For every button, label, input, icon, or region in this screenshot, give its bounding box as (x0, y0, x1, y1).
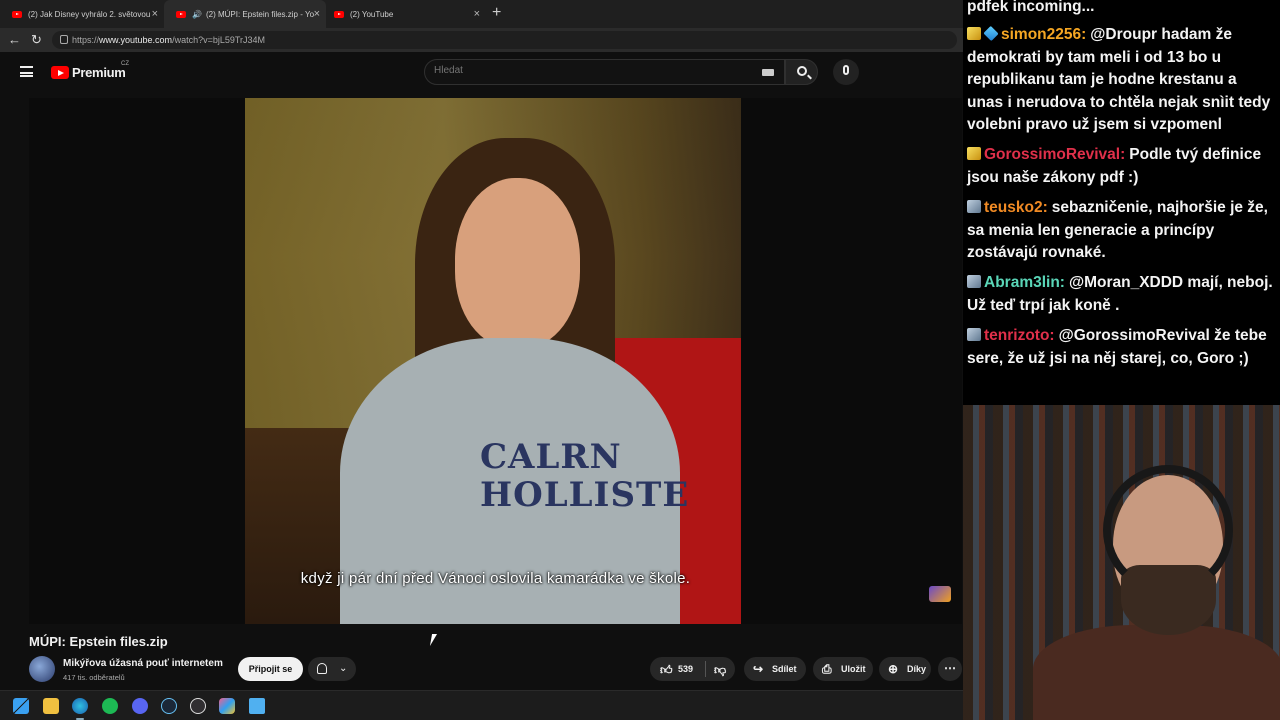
video-player[interactable]: CALRN HOLLISTE když ji pár dní před Vánoc… (29, 98, 962, 624)
copilot-icon[interactable] (219, 698, 235, 714)
chat-username: simon2256: (1001, 26, 1087, 43)
video-title: MÚPI: Epstein files.zip (29, 634, 168, 649)
thumbs-up-icon[interactable]: 👍︎ (660, 663, 673, 678)
spotify-icon[interactable] (102, 698, 118, 714)
thumbs-down-icon[interactable]: 👎︎ (714, 663, 726, 678)
discord-icon[interactable] (132, 698, 148, 714)
file-explorer-icon[interactable] (43, 698, 59, 714)
more-actions-button[interactable]: ⋯ (938, 657, 962, 681)
chat-message: Abram3lin: @Moran_XDDD mají, neboj. Už te… (967, 272, 1273, 317)
notepad-icon[interactable] (249, 698, 265, 714)
channel-name[interactable]: Mikýřova úžasná pouť internetem (63, 658, 223, 669)
address-bar: ← ↻ https://www.youtube.com/watch?v=bjL5… (0, 28, 963, 52)
tab-epstein-video[interactable]: 🔊 (2) MÚPI: Epstein files.zip - Yo × (164, 0, 326, 28)
microphone-icon (843, 65, 849, 75)
speaker-icon[interactable]: 🔊 (192, 10, 202, 19)
channel-subscriber-count: 417 tis. odběratelů (63, 673, 125, 682)
chat-username: teusko2: (984, 199, 1048, 216)
tab-disney[interactable]: (2) Jak Disney vyhrálo 2. světovou × (0, 0, 164, 28)
video-subtitle: když ji pár dní před Vánoci oslovila kam… (300, 570, 691, 587)
search-input[interactable] (434, 65, 754, 76)
chat-username: tenrizoto: (984, 327, 1055, 344)
close-tab-icon[interactable]: × (474, 8, 480, 20)
sub-badge-icon (967, 147, 981, 160)
taskbar (0, 690, 963, 720)
save-button[interactable]: ⎙ Uložit (813, 657, 873, 681)
tab-label: (2) Jak Disney vyhrálo 2. světovou (28, 9, 151, 19)
youtube-header: Premium CZ (0, 52, 963, 92)
keyboard-icon[interactable] (762, 69, 774, 76)
chat-message: tenrizoto: @GorossimoRevival že tebe sere… (967, 325, 1273, 370)
youtube-favicon-icon (176, 10, 186, 18)
new-tab-icon[interactable]: + (492, 4, 501, 22)
close-tab-icon[interactable]: × (314, 8, 320, 20)
thanks-button[interactable]: ⊕ Díky (879, 657, 931, 681)
region-code: CZ (121, 61, 129, 67)
back-arrow-icon[interactable]: ← (8, 32, 21, 47)
voice-search-button[interactable] (833, 59, 859, 85)
webcam-feed (963, 405, 1280, 720)
divider (705, 661, 706, 677)
share-arrow-icon: ↪ (753, 662, 764, 676)
reload-icon[interactable]: ↻ (31, 32, 42, 48)
youtube-play-icon (51, 66, 69, 79)
notification-bell-button[interactable]: ⌄ (308, 657, 356, 681)
search-button[interactable] (785, 59, 818, 85)
stream-chat-overlay: pdfek incoming... simon2256: @Droupr hada… (963, 0, 1280, 405)
sub-badge-icon (967, 200, 981, 213)
obs-icon[interactable] (190, 698, 206, 714)
hoodie-print-text: CALRN HOLLISTE (480, 437, 690, 515)
tab-bar: (2) Jak Disney vyhrálo 2. světovou × 🔊 (… (0, 0, 963, 28)
lock-icon[interactable] (60, 35, 68, 44)
tab-youtube[interactable]: (2) YouTube × (322, 0, 486, 28)
like-dislike-group: 👍︎ 539 👎︎ (650, 657, 735, 681)
edge-icon[interactable] (72, 698, 88, 714)
windows-start-icon[interactable] (13, 698, 29, 714)
menu-icon[interactable] (20, 66, 33, 77)
chevron-down-icon: ⌄ (339, 663, 348, 674)
mouse-cursor-icon (429, 634, 438, 646)
tab-label: (2) YouTube (350, 9, 394, 19)
url-text: https://www.youtube.com/watch?v=bjL59TrJ… (72, 35, 266, 45)
sub-badge-icon (967, 328, 981, 341)
youtube-premium-logo[interactable]: Premium (51, 65, 126, 80)
search-box[interactable] (424, 59, 785, 85)
steam-icon[interactable] (161, 698, 177, 714)
tab-label: (2) MÚPI: Epstein files.zip - Yo (205, 9, 315, 19)
channel-watermark-icon[interactable] (929, 586, 951, 602)
headset-icon (1103, 465, 1233, 595)
url-field[interactable]: https://www.youtube.com/watch?v=bjL59TrJ… (52, 31, 957, 49)
search-icon (797, 66, 807, 76)
close-tab-icon[interactable]: × (152, 8, 158, 20)
browser-window: (2) Jak Disney vyhrálo 2. světovou × 🔊 (… (0, 0, 963, 690)
chat-message: teusko2: sebazničenie, najhoršie je že, s… (967, 197, 1273, 265)
chat-message: GorossimoRevival: Podle tvý definice jsou… (967, 144, 1273, 189)
join-button[interactable]: Připojit se (238, 657, 303, 681)
youtube-favicon-icon (12, 10, 22, 18)
video-frame-photo: CALRN HOLLISTE (245, 98, 741, 624)
bookmark-icon: ⎙ (822, 662, 832, 676)
chat-username: GorossimoRevival: (984, 146, 1126, 163)
sub-badge-icon (967, 27, 981, 40)
chat-message: pdfek incoming... (967, 0, 1095, 15)
youtube-favicon-icon (334, 10, 344, 18)
sub-badge-icon (967, 275, 981, 288)
channel-avatar[interactable] (29, 656, 55, 682)
super-thanks-icon: ⊕ (888, 662, 899, 676)
bell-icon (317, 663, 327, 674)
gem-badge-icon (983, 25, 999, 42)
like-count: 539 (678, 664, 694, 674)
chat-username: Abram3lin: (984, 274, 1065, 291)
chat-message: simon2256: @Droupr hadam že demokrati by … (967, 24, 1273, 137)
share-button[interactable]: ↪ Sdílet (744, 657, 806, 681)
